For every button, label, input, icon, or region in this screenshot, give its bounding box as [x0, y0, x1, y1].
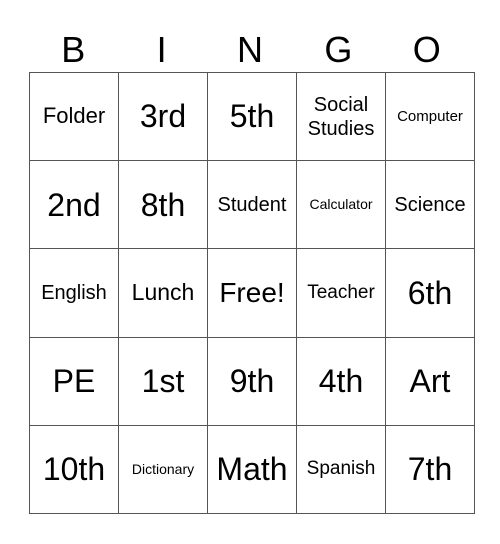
- bingo-cell[interactable]: PE: [29, 336, 119, 426]
- header-letter-g: G: [324, 29, 353, 70]
- bingo-grid: Folder 3rd 5th Social Studies Computer 2nd 8th…: [29, 71, 475, 515]
- bingo-cell[interactable]: Free!: [207, 248, 297, 338]
- bingo-row: 2nd 8th Student Calculator Science: [29, 160, 475, 250]
- bingo-cell[interactable]: Lunch: [118, 248, 208, 338]
- bingo-cell[interactable]: Folder: [29, 71, 119, 162]
- header-letter-n: N: [236, 29, 263, 70]
- header-letter-b: B: [61, 29, 86, 70]
- bingo-cell[interactable]: 4th: [296, 336, 386, 426]
- bingo-cell[interactable]: 8th: [118, 160, 208, 250]
- bingo-cell[interactable]: Art: [385, 336, 475, 426]
- bingo-row: English Lunch Free! Teacher 6th: [29, 248, 475, 338]
- bingo-row: 10th Dictionary Math Spanish 7th: [29, 424, 475, 515]
- bingo-cell[interactable]: Science: [385, 160, 475, 250]
- bingo-cell[interactable]: 10th: [29, 424, 119, 515]
- bingo-cell[interactable]: 5th: [207, 71, 297, 162]
- bingo-cell[interactable]: Social Studies: [296, 71, 386, 162]
- bingo-cell[interactable]: 1st: [118, 336, 208, 426]
- bingo-cell[interactable]: Calculator: [296, 160, 386, 250]
- header-letter-i: I: [156, 29, 167, 70]
- header-letter-o: O: [412, 29, 441, 70]
- bingo-cell[interactable]: Math: [207, 424, 297, 515]
- bingo-cell[interactable]: 2nd: [29, 160, 119, 250]
- bingo-cell[interactable]: English: [29, 248, 119, 338]
- bingo-cell[interactable]: Spanish: [296, 424, 386, 515]
- bingo-cell[interactable]: Teacher: [296, 248, 386, 338]
- bingo-cell[interactable]: Computer: [385, 71, 475, 162]
- bingo-cell[interactable]: 6th: [385, 248, 475, 338]
- bingo-cell[interactable]: 7th: [385, 424, 475, 515]
- bingo-cell[interactable]: Dictionary: [118, 424, 208, 515]
- bingo-cell[interactable]: Student: [207, 160, 297, 250]
- bingo-row: PE 1st 9th 4th Art: [29, 336, 475, 426]
- bingo-cell[interactable]: 9th: [207, 336, 297, 426]
- bingo-cell[interactable]: 3rd: [118, 71, 208, 162]
- bingo-row: Folder 3rd 5th Social Studies Computer: [29, 71, 475, 162]
- bingo-header: BINGO: [29, 28, 471, 72]
